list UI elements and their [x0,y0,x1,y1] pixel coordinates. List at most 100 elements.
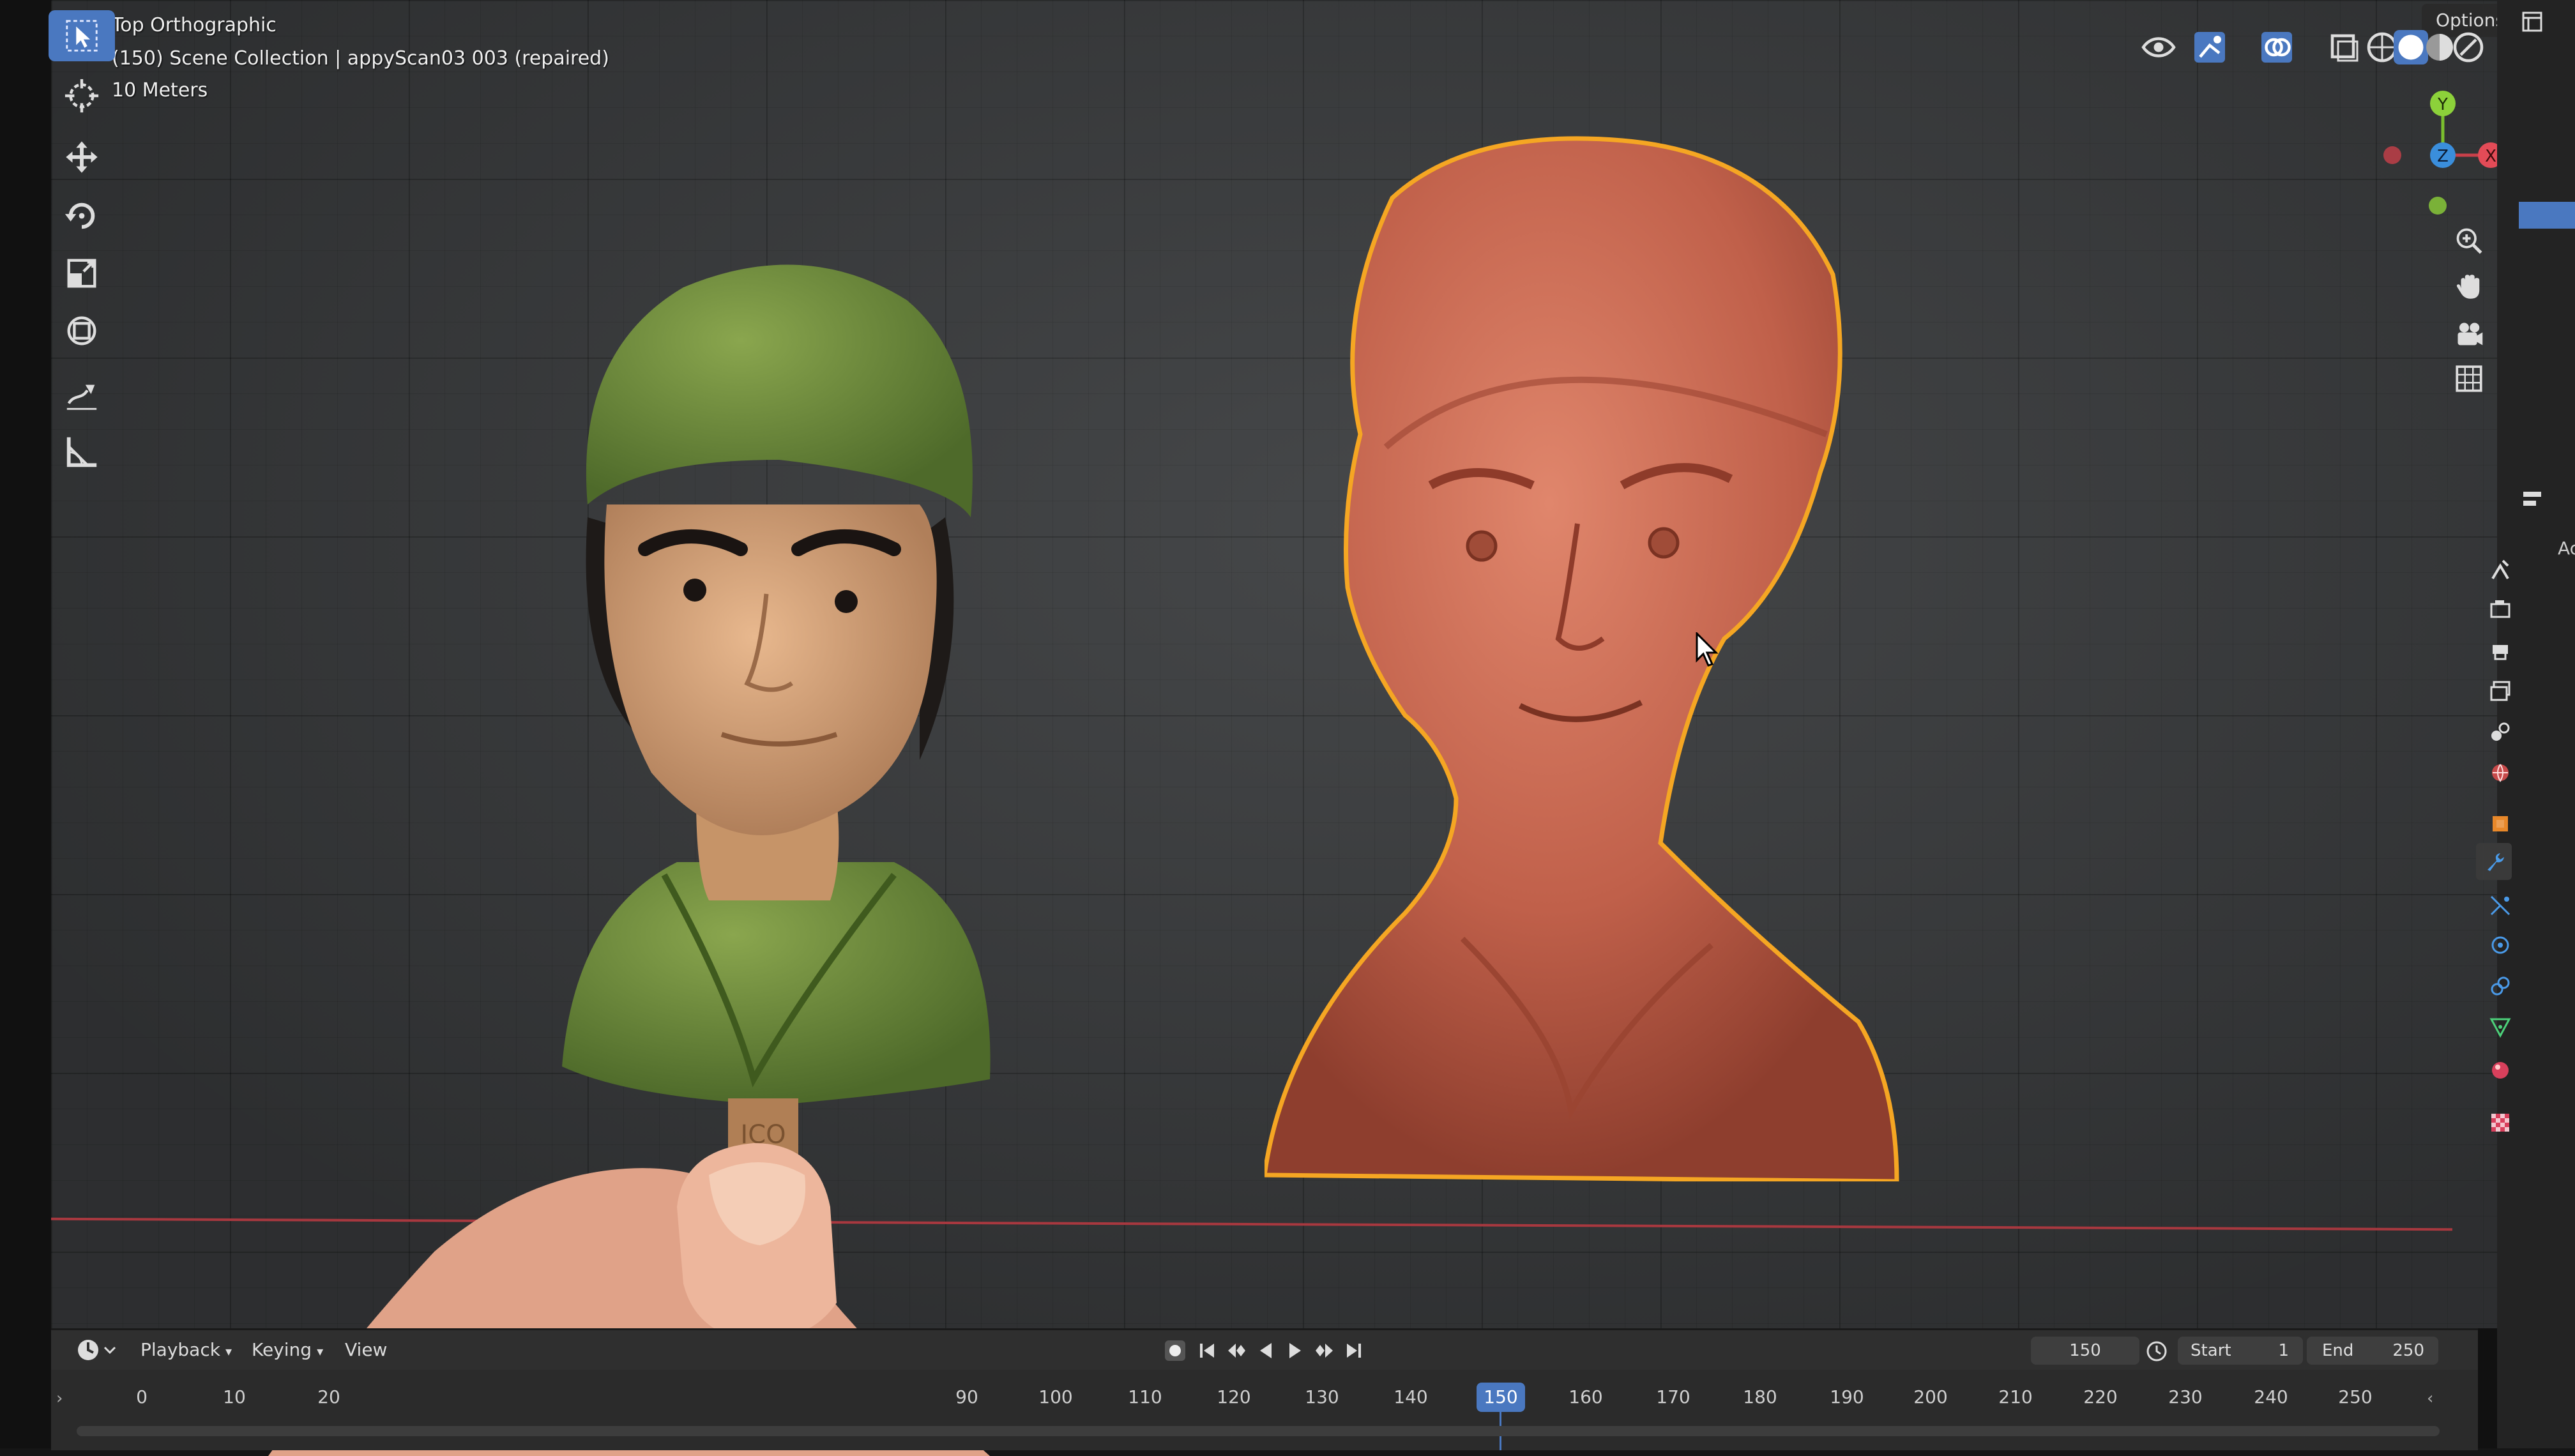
view-menu-label: View [345,1339,388,1360]
scene-icon [2491,722,2510,741]
start-value: 1 [2278,1341,2289,1360]
properties-icon [2523,492,2541,506]
tab-scene[interactable] [2481,714,2519,750]
chevron-right-icon[interactable]: › [56,1389,63,1408]
tab-tool[interactable] [2481,552,2519,588]
timeline-header: Playback ▾ Keying ▾ View 150 Start 1 End 2… [51,1330,2478,1370]
rotate-tool[interactable] [49,190,115,241]
tool-strip [49,6,119,479]
pan-button[interactable] [2445,266,2493,308]
playback-menu[interactable]: Playback ▾ [141,1339,232,1360]
tick-label: 250 [2338,1386,2373,1407]
record-button[interactable] [1162,1338,1188,1363]
tick-label: 190 [1830,1386,1864,1407]
physics-icon [2491,936,2509,954]
tab-particles[interactable] [2481,888,2519,923]
tab-world[interactable] [2481,755,2519,791]
material-icon [2492,1062,2509,1079]
annotate-tool[interactable] [49,370,115,421]
play-reverse-button[interactable] [1253,1338,1279,1363]
zoom-icon [2456,228,2482,254]
tab-physics[interactable] [2481,927,2519,963]
tab-texture[interactable] [2481,1105,2519,1141]
next-keyframe-icon [1316,1344,1333,1358]
properties-editor-button[interactable] [2513,482,2551,517]
transform-tool[interactable] [49,305,115,356]
clay-left-eye [683,579,706,602]
current-frame-field[interactable]: 150 [2031,1337,2139,1365]
zoom-button[interactable] [2445,220,2493,262]
collection-label: (150) Scene Collection | appyScan03 003 … [112,47,609,70]
tick-label: 20 [317,1386,340,1407]
outliner-selected-row[interactable] [2519,202,2575,229]
tab-constraints[interactable] [2481,968,2519,1004]
gizmo-y-label: Y [2437,95,2448,114]
gizmo-neg-y[interactable] [2429,197,2447,215]
rotate-icon [65,202,95,229]
jump-end-button[interactable] [1341,1338,1367,1363]
visibility-icon[interactable] [2139,28,2178,66]
chevron-left-icon[interactable]: ‹ [2427,1389,2433,1408]
clock-editor-icon[interactable] [74,1337,119,1363]
pencil-icon [66,384,97,410]
overlays-icon[interactable] [2258,28,2296,66]
mesh-data-icon [2489,1018,2511,1038]
prev-keyframe-button[interactable] [1224,1338,1249,1363]
editor-type-button[interactable] [2513,4,2551,40]
select-box-tool[interactable] [49,10,115,61]
ortho-toggle-button[interactable] [2445,358,2493,400]
prev-keyframe-icon [1228,1344,1245,1358]
view-menu[interactable]: View [345,1339,387,1360]
cursor-tool[interactable] [49,70,115,121]
grid-icon [2456,365,2482,392]
scale-tool[interactable] [49,248,115,299]
tick-label: 10 [223,1386,246,1407]
tick-label: 220 [2083,1386,2118,1407]
tick-label: 140 [1394,1386,1428,1407]
timeline-scrollbar[interactable] [77,1426,2440,1436]
move-arrows-icon [66,141,98,173]
current-frame-badge[interactable]: 150 [1477,1383,1525,1412]
xray-icon[interactable] [2325,28,2363,66]
chevron-down-icon: ▾ [317,1344,324,1359]
playback-menu-label: Playback [141,1339,220,1360]
particles-icon [2490,895,2510,916]
jump-start-button[interactable] [1194,1338,1220,1363]
scanned-mesh-object[interactable] [1265,128,1916,1181]
move-tool[interactable] [49,132,115,183]
tab-view-layer[interactable] [2481,673,2519,709]
timeline-editor[interactable]: Playback ▾ Keying ▾ View 150 Start 1 End 2… [51,1328,2478,1450]
tick-label: 210 [1998,1386,2033,1407]
keying-menu[interactable]: Keying ▾ [252,1339,323,1360]
chevron-down-icon: ▾ [225,1344,232,1359]
tab-render[interactable] [2481,591,2519,627]
tab-data[interactable] [2481,1009,2519,1045]
tick-label: 180 [1743,1386,1777,1407]
gizmo-z-label: Z [2437,147,2449,166]
end-frame-field[interactable]: End 250 [2307,1337,2438,1365]
gizmo-toggle-icon[interactable] [2191,28,2229,66]
object-icon [2493,816,2508,831]
camera-view-button[interactable] [2445,313,2493,355]
transform-icon [67,316,96,345]
rendered-shading-icon[interactable] [2449,28,2488,66]
play-button[interactable] [1282,1338,1308,1363]
printer-icon [2493,645,2508,660]
tick-label: 170 [1656,1386,1690,1407]
tab-modifiers[interactable] [2476,844,2514,880]
tick-label: 130 [1305,1386,1339,1407]
tab-output[interactable] [2481,632,2519,668]
measure-tool[interactable] [49,427,115,478]
end-value: 250 [2392,1341,2424,1360]
gizmo-neg-x[interactable] [2383,146,2401,164]
properties-header-label: Ac [2558,538,2575,559]
tab-material[interactable] [2481,1052,2519,1088]
clock-icon[interactable] [2145,1339,2169,1363]
editor-type-icon [2522,11,2542,32]
next-keyframe-button[interactable] [1312,1338,1337,1363]
tab-object[interactable] [2481,806,2519,842]
start-frame-field[interactable]: Start 1 [2178,1337,2303,1365]
tick-label: 230 [2168,1386,2203,1407]
navigation-gizmo[interactable]: Y X Z [2350,83,2503,236]
jump-end-icon [1347,1344,1361,1358]
